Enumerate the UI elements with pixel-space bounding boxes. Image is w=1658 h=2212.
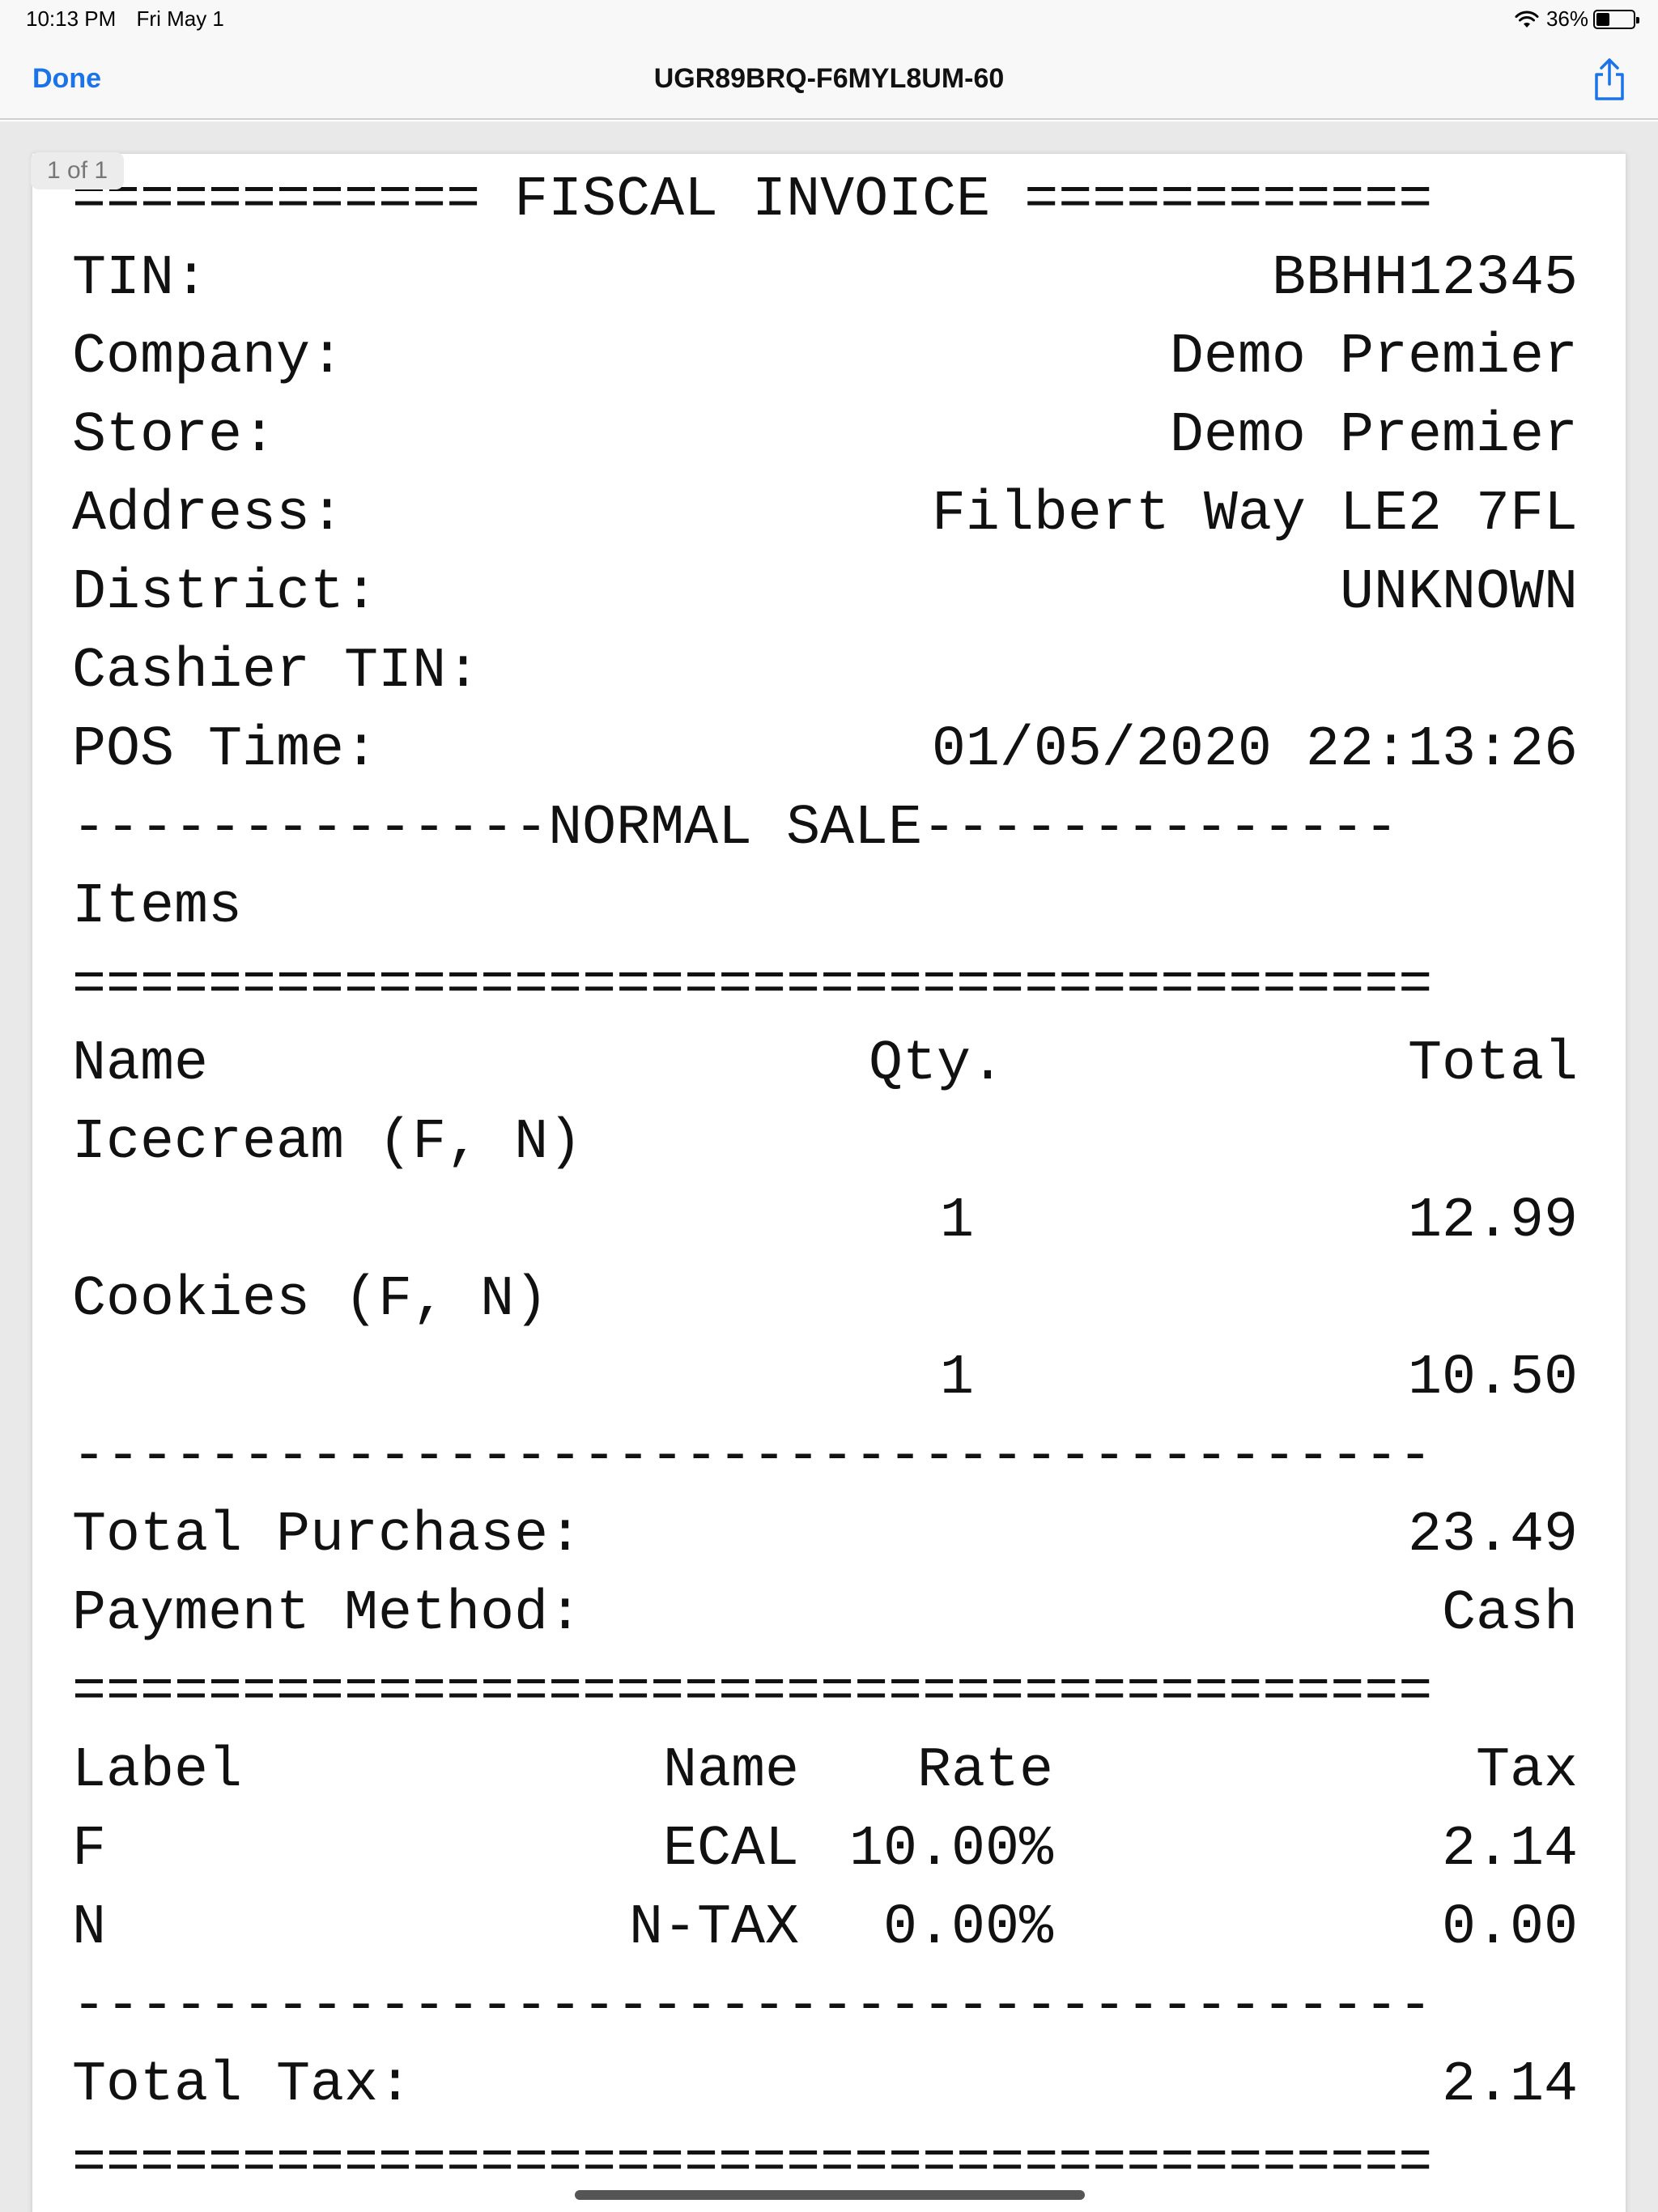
item-total: 12.99: [1407, 1189, 1578, 1253]
field-label: District:: [72, 561, 379, 625]
status-bar: 10:13 PM Fri May 1 36%: [0, 0, 1658, 39]
total-purchase-row: Total Purchase: 23.49: [72, 1497, 1578, 1576]
total-tax-value: 2.14: [1441, 2053, 1578, 2117]
battery-percent: 36%: [1545, 6, 1588, 31]
total-tax-label: Total Tax:: [72, 2053, 413, 2117]
payment-method-label: Payment Method:: [72, 1582, 583, 1646]
tax-name: ECAL: [662, 1818, 799, 1882]
field-label: Store:: [72, 404, 277, 468]
item-amount-row: 1 12.99: [72, 1183, 1578, 1261]
field-row: Company: Demo Premier: [72, 319, 1578, 398]
single-rule: ----------------------------------------: [72, 1975, 1433, 2039]
item-header-total: Total: [1407, 1032, 1578, 1096]
tax-amount: 0.00: [1441, 1896, 1578, 1960]
total-purchase-value: 23.49: [1407, 1504, 1578, 1568]
item-header-qty: Qty.: [869, 1032, 1005, 1096]
tax-row: F ECAL 10.00% 2.14: [72, 1811, 1578, 1890]
item-total: 10.50: [1407, 1346, 1578, 1410]
header-line: ============ FISCAL INVOICE ============: [72, 162, 1578, 240]
tax-header-name: Name: [662, 1739, 799, 1803]
field-value: Demo Premier: [1169, 325, 1578, 389]
payment-method-row: Payment Method: Cash: [72, 1576, 1578, 1654]
tax-label: N: [72, 1896, 107, 1960]
field-label: Address:: [72, 483, 345, 547]
field-value: BBHH12345: [1271, 247, 1578, 311]
nav-bar: Done UGR89BRQ-F6MYL8UM-60: [0, 39, 1658, 120]
tax-amount: 2.14: [1441, 1818, 1578, 1882]
field-row: Address: Filbert Way LE2 7FL: [72, 476, 1578, 555]
field-row: Cashier TIN:: [72, 633, 1578, 712]
field-row: District: UNKNOWN: [72, 555, 1578, 633]
double-rule: ========================================: [72, 2132, 1433, 2196]
page-indicator: 1 of 1: [31, 152, 125, 189]
field-label: Company:: [72, 325, 345, 389]
tax-header-rate: Rate: [916, 1739, 1053, 1803]
total-purchase-label: Total Purchase:: [72, 1504, 583, 1568]
item-header-name: Name: [72, 1032, 209, 1096]
battery-fill: [1596, 12, 1609, 26]
field-label: TIN:: [72, 247, 209, 311]
double-rule: ========================================: [72, 1661, 1433, 1725]
sale-type-rule: --------------NORMAL SALE--------------: [72, 797, 1399, 861]
item-qty: 1: [940, 1346, 975, 1410]
home-indicator[interactable]: [575, 2190, 1085, 2200]
single-rule-line: ----------------------------------------: [72, 1419, 1578, 1497]
battery-icon: [1593, 9, 1639, 29]
share-icon[interactable]: [1590, 57, 1629, 102]
tax-header-row: Label Name Rate Tax: [72, 1733, 1578, 1811]
item-name: Icecream (F, N): [72, 1111, 583, 1175]
double-rule: ========================================: [72, 954, 1433, 1018]
single-rule-line: ----------------------------------------: [72, 1968, 1578, 2047]
tax-rate: 0.00%: [882, 1896, 1053, 1960]
sale-type-line: --------------NORMAL SALE--------------: [72, 790, 1578, 869]
items-heading-line: Items: [72, 869, 1578, 947]
tax-row: N N-TAX 0.00% 0.00: [72, 1890, 1578, 1968]
tax-rate: 10.00%: [848, 1818, 1053, 1882]
status-time: 10:13 PM: [26, 6, 117, 31]
tax-header-tax: Tax: [1475, 1739, 1578, 1803]
item-name: Cookies (F, N): [72, 1268, 549, 1332]
payment-method-value: Cash: [1441, 1582, 1578, 1646]
field-value: UNKNOWN: [1339, 561, 1578, 625]
field-label: POS Time:: [72, 718, 379, 782]
header-rule: ============ FISCAL INVOICE ============: [72, 168, 1433, 232]
field-label: Cashier TIN:: [72, 640, 481, 704]
item-name-row: Icecream (F, N): [72, 1104, 1578, 1183]
double-rule-line: ========================================: [72, 1654, 1578, 1733]
field-value: Demo Premier: [1169, 404, 1578, 468]
field-value: Filbert Way LE2 7FL: [931, 483, 1578, 547]
tax-label: F: [72, 1818, 107, 1882]
wifi-icon: [1515, 11, 1539, 28]
field-row: POS Time: 01/05/2020 22:13:26: [72, 712, 1578, 790]
item-qty: 1: [940, 1189, 975, 1253]
tax-name: N-TAX: [628, 1896, 799, 1960]
item-amount-row: 1 10.50: [72, 1340, 1578, 1419]
status-indicators: 36%: [1514, 6, 1639, 32]
field-value: 01/05/2020 22:13:26: [931, 718, 1578, 782]
field-row: Store: Demo Premier: [72, 398, 1578, 476]
tax-header-label: Label: [72, 1739, 243, 1803]
total-tax-row: Total Tax: 2.14: [72, 2047, 1578, 2125]
status-time-date: 10:13 PM Fri May 1: [26, 6, 239, 32]
field-row: TIN: BBHH12345: [72, 240, 1578, 319]
item-name-row: Cookies (F, N): [72, 1261, 1578, 1340]
status-date: Fri May 1: [136, 6, 224, 31]
items-heading: Items: [72, 875, 243, 939]
item-header-row: Name Qty. Total: [72, 1026, 1578, 1104]
document-title: UGR89BRQ-F6MYL8UM-60: [653, 63, 1005, 94]
single-rule: ----------------------------------------: [72, 1425, 1433, 1489]
receipt: ============ FISCAL INVOICE ============…: [72, 162, 1578, 2204]
double-rule-line: ========================================: [72, 947, 1578, 1026]
